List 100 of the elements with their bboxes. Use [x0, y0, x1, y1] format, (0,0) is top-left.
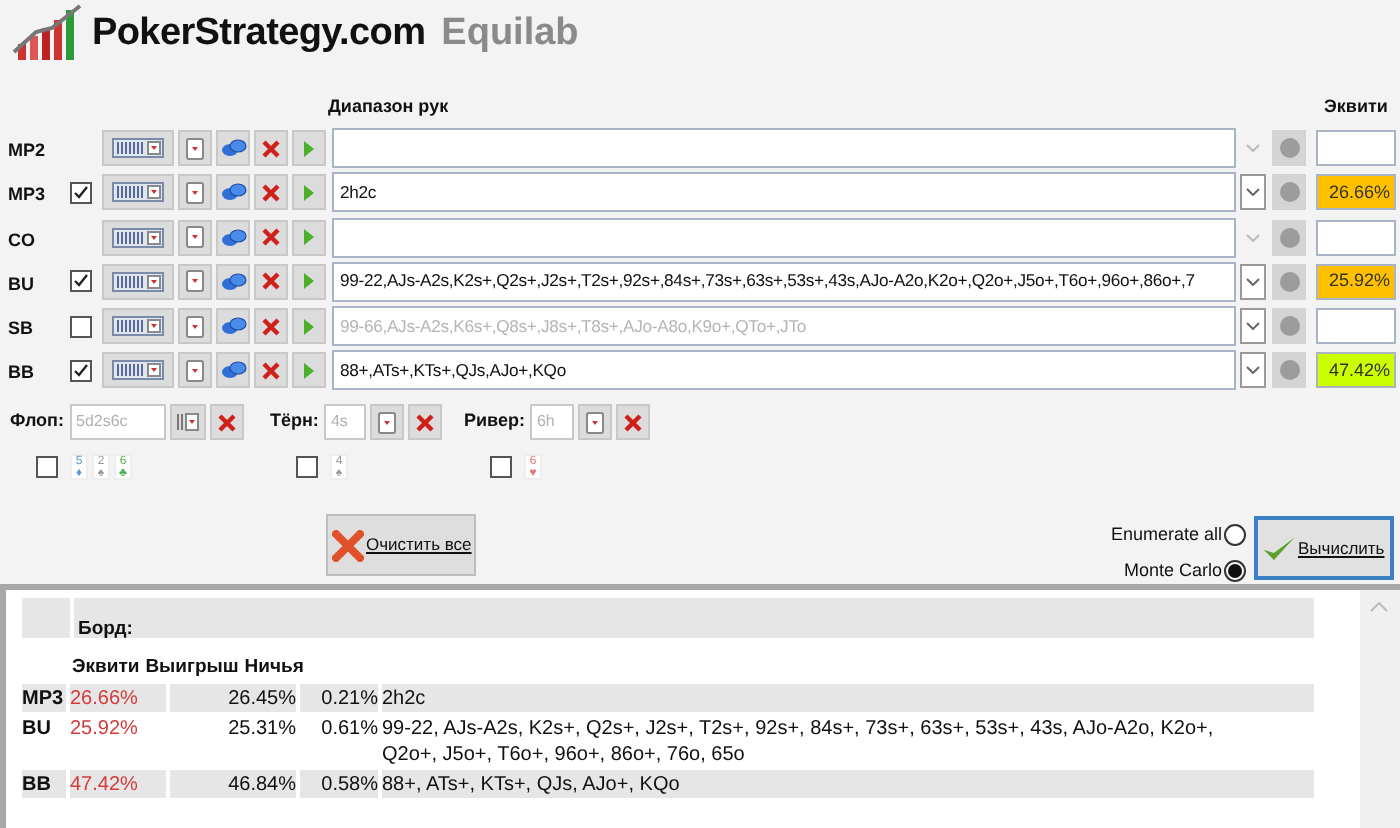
close-icon	[218, 413, 236, 431]
column-header: Диапазон рук	[328, 94, 449, 120]
card-icon	[186, 270, 204, 293]
chips-button[interactable]	[216, 219, 250, 256]
product-name: Equilab	[441, 9, 579, 58]
checkbox[interactable]	[490, 456, 512, 478]
chips-button[interactable]	[216, 174, 250, 211]
checkbox[interactable]	[296, 456, 318, 478]
range-button[interactable]	[102, 130, 174, 166]
clear-button[interactable]	[254, 263, 288, 300]
card-button[interactable]	[178, 308, 212, 345]
play-button[interactable]	[292, 352, 326, 389]
chevron-icon	[1246, 277, 1260, 286]
column-header: Выигрыш	[145, 654, 239, 682]
radio-button[interactable]	[1224, 559, 1246, 582]
card-button[interactable]	[170, 404, 206, 440]
checkbox[interactable]	[70, 359, 92, 382]
card-button[interactable]	[178, 130, 212, 166]
card-strip-icon	[112, 227, 164, 248]
card-button[interactable]	[578, 404, 613, 440]
checkbox[interactable]	[36, 456, 58, 478]
close-icon	[262, 228, 280, 247]
chips-button[interactable]	[216, 263, 250, 300]
card-strip-icon	[112, 182, 164, 203]
card-icon	[186, 359, 204, 382]
calculate-button[interactable]: Вычислить	[1254, 516, 1394, 580]
range-button[interactable]	[102, 263, 174, 300]
range-button[interactable]	[102, 308, 174, 345]
clear-button[interactable]	[210, 404, 244, 440]
arrow-icon	[302, 361, 316, 380]
range-field[interactable]	[332, 217, 1236, 258]
range-field[interactable]: 88+,ATs+,KTs+,QJs,AJo+,KQo	[332, 350, 1236, 391]
checkbox[interactable]	[70, 181, 92, 204]
close-icon	[262, 139, 280, 157]
equity-field: 25.92%	[1316, 263, 1396, 300]
clear-button[interactable]	[254, 352, 288, 389]
dropdown-button[interactable]	[1240, 308, 1266, 345]
range-field[interactable]	[332, 128, 1236, 168]
close-icon	[262, 317, 280, 336]
radio-button[interactable]	[1224, 524, 1246, 547]
chevron-icon	[1246, 144, 1260, 152]
range-field[interactable]: 2h2c	[332, 172, 1236, 213]
dropdown-button[interactable]	[1240, 174, 1266, 211]
equity-field	[1316, 130, 1396, 166]
dropdown-button[interactable]	[1240, 352, 1266, 389]
position-label: BU	[8, 273, 34, 294]
chips-button[interactable]	[216, 130, 250, 166]
card-strip-icon	[112, 271, 164, 292]
checkbox[interactable]	[70, 315, 92, 338]
play-button[interactable]	[292, 219, 326, 256]
clear-button[interactable]	[254, 130, 288, 166]
arrow-icon	[302, 272, 316, 291]
position-label: MP3	[8, 184, 46, 205]
range-button[interactable]	[102, 174, 174, 211]
chips-button[interactable]	[216, 352, 250, 389]
clear-button[interactable]	[616, 404, 651, 440]
clear-button[interactable]	[408, 404, 443, 440]
arrow-icon	[302, 228, 316, 247]
equity-field	[1316, 219, 1396, 256]
clear-button[interactable]	[254, 219, 288, 256]
column-header: Ничья	[244, 654, 304, 682]
card-button[interactable]	[178, 219, 212, 256]
clear-button[interactable]	[254, 308, 288, 345]
card-icon	[586, 411, 605, 433]
play-button[interactable]	[292, 174, 326, 211]
arrow-icon	[302, 317, 316, 336]
close-icon	[416, 413, 435, 431]
table-cell: 47.42%	[70, 770, 166, 798]
card-icon	[186, 226, 204, 249]
table-cell: 0.21%	[300, 684, 378, 712]
chevron-icon	[1246, 233, 1260, 242]
checkbox[interactable]	[70, 270, 92, 293]
range-field[interactable]: 99-22,AJs-A2s,K2s+,Q2s+,J2s+,T2s+,92s+,84s+,73s+,63s+,53s+,43s,AJo-A2o,K2o+,Q2o+,J5o+,T6o+,96o+,86o+,7	[332, 261, 1236, 302]
play-button[interactable]	[292, 308, 326, 345]
chips-icon	[219, 360, 247, 381]
circle-button[interactable]	[1272, 308, 1306, 345]
card-button[interactable]	[178, 174, 212, 211]
range-button[interactable]	[102, 219, 174, 256]
chips-button[interactable]	[216, 308, 250, 345]
card-button[interactable]	[370, 404, 405, 440]
card-button[interactable]	[178, 263, 212, 300]
equity-field: 26.66%	[1316, 174, 1396, 211]
circle-button[interactable]	[1272, 219, 1306, 256]
card-button[interactable]	[178, 352, 212, 389]
dropdown-button[interactable]	[1240, 263, 1266, 300]
range-button[interactable]	[102, 352, 174, 389]
clear-all-button[interactable]: Очистить все	[326, 514, 476, 576]
checkmark-icon	[1262, 534, 1296, 562]
circle-button[interactable]	[1272, 174, 1306, 211]
radio-label: Enumerate all	[1110, 522, 1222, 548]
table-cell: 46.84%	[170, 770, 296, 798]
circle-button[interactable]	[1272, 352, 1306, 389]
position-label: CO	[8, 229, 35, 250]
table-cell: 88+, ATs+, KTs+, QJs, AJo+, KQo	[382, 770, 1314, 798]
equity-field	[1316, 308, 1396, 345]
clear-button[interactable]	[254, 174, 288, 211]
table-cell: BB	[22, 770, 66, 798]
chips-icon	[219, 271, 247, 292]
play-button[interactable]	[292, 263, 326, 300]
circle-button[interactable]	[1272, 263, 1306, 300]
